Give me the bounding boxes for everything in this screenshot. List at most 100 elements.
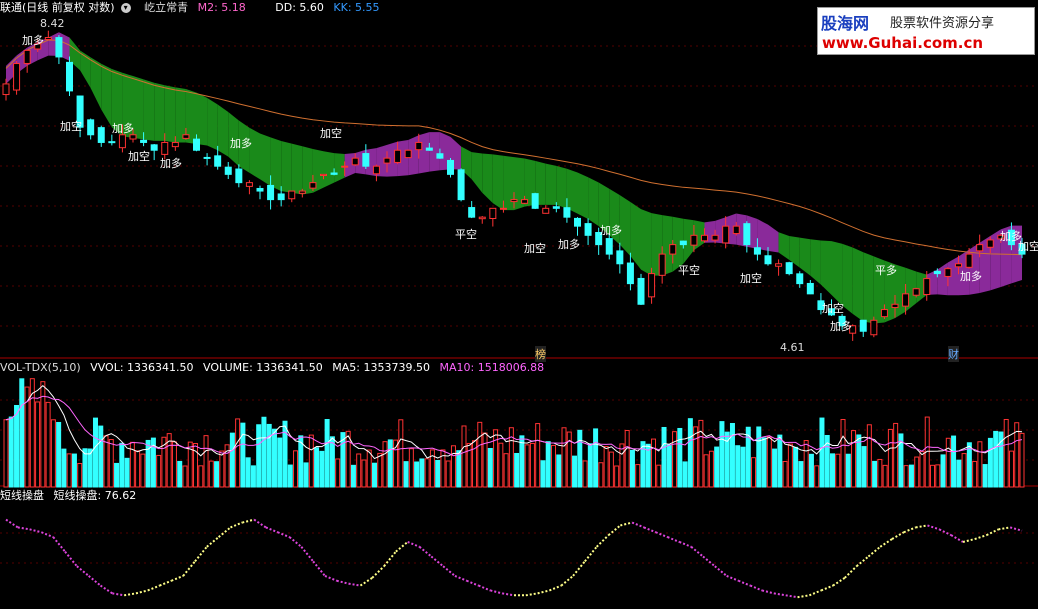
volume-bar xyxy=(587,443,593,488)
volume-bar xyxy=(793,446,799,488)
oscillator-segment xyxy=(442,565,456,577)
oscillator-segment xyxy=(986,528,999,537)
logo-url: www.Guhai.com.cn xyxy=(822,34,984,52)
long-ma-line xyxy=(5,39,1023,256)
kk-value: KK: 5.55 xyxy=(333,1,380,14)
volume-bar xyxy=(803,440,809,488)
volume-bar xyxy=(182,465,188,488)
signal-tag: 平多 xyxy=(875,264,897,277)
oscillator-segment xyxy=(218,526,232,538)
volume-bar xyxy=(945,437,951,488)
oscillator-segment xyxy=(29,528,42,534)
candle-body xyxy=(330,172,338,175)
volume-bar xyxy=(40,381,46,488)
candle-body xyxy=(626,262,634,285)
volume-bar xyxy=(751,457,757,488)
trend-band-segment xyxy=(937,262,948,296)
volume-bar xyxy=(519,435,525,488)
candle-body xyxy=(870,319,878,336)
candle-body xyxy=(97,127,105,143)
chevron-down-icon[interactable]: ▾ xyxy=(120,3,131,13)
trend-band-segment xyxy=(588,177,599,227)
oscillator-segment xyxy=(300,546,314,562)
oscillator-segment xyxy=(383,551,397,567)
volume-bar xyxy=(1008,450,1014,488)
candle-body xyxy=(499,207,507,210)
volume-bar xyxy=(687,418,693,488)
oscillator-segment xyxy=(490,589,503,595)
volume-bar xyxy=(82,448,88,488)
candle-body xyxy=(711,234,719,241)
volume-bar xyxy=(477,421,483,488)
oscillator-segment xyxy=(478,584,491,592)
volume-bar xyxy=(119,442,125,488)
volume-bar xyxy=(308,434,314,488)
volume-bar xyxy=(808,453,814,488)
volume-bar xyxy=(261,416,267,488)
stock-title[interactable]: 联通(日线 前复权 对数) xyxy=(0,1,115,14)
signal-tag: 加多 xyxy=(160,157,182,170)
volume-bar xyxy=(593,428,599,488)
logo-slogan: 股票软件资源分享 xyxy=(890,16,995,31)
trend-band-segment xyxy=(545,163,557,205)
signal-tag: 财 xyxy=(948,346,959,362)
volume-bar xyxy=(293,450,299,488)
volume-bar xyxy=(598,462,604,488)
volume-bar xyxy=(629,449,635,488)
volume-bar xyxy=(77,463,83,488)
oscillator-segment xyxy=(667,536,680,543)
volume-bar xyxy=(951,435,957,488)
trend-band-segment xyxy=(418,132,430,174)
volume-bar xyxy=(877,458,883,488)
volume-bar xyxy=(71,453,77,488)
volume-bar xyxy=(987,437,993,488)
trend-band-segment xyxy=(482,153,493,204)
candle-body xyxy=(224,166,232,175)
volume-bar xyxy=(703,454,709,488)
candle-body xyxy=(140,139,148,143)
volume-bar xyxy=(282,420,288,488)
signal-tag: 加空 xyxy=(1018,240,1038,253)
volume-bar xyxy=(577,429,583,488)
volume-bar xyxy=(661,426,667,488)
candle-body xyxy=(66,61,73,92)
candle-body xyxy=(87,119,95,136)
trend-band-segment xyxy=(334,153,345,183)
candle-body xyxy=(542,207,550,214)
volume-bar xyxy=(8,416,14,488)
volume-bar xyxy=(371,462,377,488)
volume-bar xyxy=(482,432,488,488)
volume-bar xyxy=(756,426,762,488)
candle-body xyxy=(320,173,327,176)
oscillator-segment xyxy=(549,584,562,592)
signal-tag: 加空 xyxy=(822,302,844,315)
volume-bar xyxy=(461,425,467,488)
volume-bar xyxy=(977,441,983,488)
signal-tag: 加空 xyxy=(320,127,342,140)
ma10-value: MA10: 1518006.88 xyxy=(439,361,545,374)
candle-body xyxy=(912,288,920,296)
volume-bar xyxy=(229,432,235,488)
oscillator-segment xyxy=(938,528,952,537)
oscillator-segment xyxy=(525,592,538,597)
oscillator-segment xyxy=(171,574,184,582)
ma5-value: MA5: 1353739.50 xyxy=(332,361,430,374)
candle-body xyxy=(394,149,402,163)
volume-bar xyxy=(893,422,899,488)
trend-band-segment xyxy=(471,152,483,193)
oscillator-segment xyxy=(607,524,621,536)
trend-band-segment xyxy=(768,224,779,253)
candle-body xyxy=(203,156,211,159)
candle-body xyxy=(193,138,200,151)
candle-body xyxy=(891,303,899,309)
oscillator-segment xyxy=(502,592,515,597)
trend-band-segment xyxy=(281,140,292,193)
candle-body xyxy=(722,225,730,244)
volume-bar xyxy=(982,464,988,488)
oscillator-segment xyxy=(560,575,574,587)
high-price-label: 8.42 xyxy=(40,17,65,30)
indicator-name: 屹立常青 xyxy=(144,1,189,14)
volume-bar xyxy=(356,453,362,488)
oscillator-segment xyxy=(395,541,409,553)
oscillator-segment xyxy=(773,592,786,597)
